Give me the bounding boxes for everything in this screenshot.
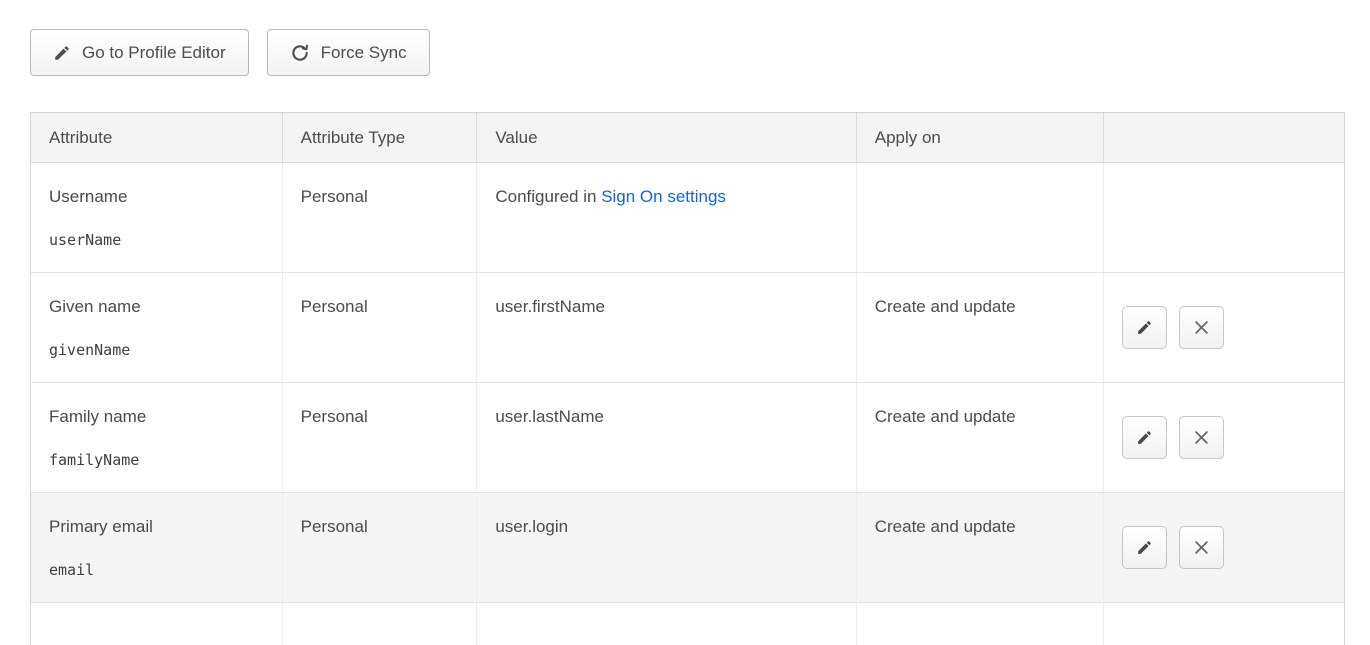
close-icon — [1194, 430, 1209, 445]
close-icon — [1194, 320, 1209, 335]
attribute-mappings-table: Attribute Attribute Type Value Apply on … — [30, 112, 1345, 645]
attribute-type-cell: Personal — [283, 163, 478, 272]
header-attribute: Attribute — [31, 113, 283, 162]
header-attribute-type: Attribute Type — [283, 113, 478, 162]
attribute-type-cell: Personal — [283, 383, 478, 492]
table-row: Username userName Personal Configured in… — [31, 163, 1344, 273]
force-sync-button[interactable]: Force Sync — [267, 29, 430, 76]
remove-attribute-button[interactable] — [1179, 306, 1224, 349]
attribute-variable-name: userName — [49, 231, 266, 249]
apply-on-cell: Create and update — [857, 273, 1105, 382]
attribute-variable-name: familyName — [49, 451, 266, 469]
row-actions — [1104, 273, 1344, 382]
apply-on-cell: Create and update — [857, 493, 1105, 602]
value-cell: Configured in Sign On settings — [477, 163, 856, 272]
edit-attribute-button[interactable] — [1122, 306, 1167, 349]
pencil-icon — [1136, 319, 1153, 336]
row-actions — [1104, 383, 1344, 492]
go-to-profile-editor-label: Go to Profile Editor — [82, 43, 226, 63]
attribute-cell: Given name givenName — [31, 273, 283, 382]
row-actions — [1104, 493, 1344, 602]
apply-on-cell — [857, 163, 1105, 272]
pencil-icon — [1136, 539, 1153, 556]
attribute-type-cell: Personal — [283, 493, 478, 602]
edit-attribute-button[interactable] — [1122, 416, 1167, 459]
attribute-cell: Username userName — [31, 163, 283, 272]
attribute-cell: Family name familyName — [31, 383, 283, 492]
edit-attribute-button[interactable] — [1122, 526, 1167, 569]
refresh-icon — [290, 43, 310, 63]
attribute-variable-name: givenName — [49, 341, 266, 359]
attribute-label: Primary email — [49, 517, 266, 537]
header-value: Value — [477, 113, 856, 162]
table-row: Family name familyName Personal user.las… — [31, 383, 1344, 493]
value-text: user.firstName — [495, 297, 605, 316]
table-row: Primary email email Personal user.login … — [31, 493, 1344, 603]
attribute-label: Given name — [49, 297, 266, 317]
pencil-icon — [53, 44, 71, 62]
value-cell: user.firstName — [477, 273, 856, 382]
value-cell: user.lastName — [477, 383, 856, 492]
table-body: Username userName Personal Configured in… — [31, 163, 1344, 603]
value-text: Configured in — [495, 187, 601, 206]
close-icon — [1194, 540, 1209, 555]
attribute-cell: Primary email email — [31, 493, 283, 602]
force-sync-label: Force Sync — [321, 43, 407, 63]
table-row: Given name givenName Personal user.first… — [31, 273, 1344, 383]
value-cell: user.login — [477, 493, 856, 602]
apply-on-cell: Create and update — [857, 383, 1105, 492]
table-header-row: Attribute Attribute Type Value Apply on — [31, 113, 1344, 163]
header-actions — [1104, 113, 1344, 162]
remove-attribute-button[interactable] — [1179, 526, 1224, 569]
toolbar: Go to Profile Editor Force Sync — [30, 29, 1370, 76]
attribute-variable-name: email — [49, 561, 266, 579]
go-to-profile-editor-button[interactable]: Go to Profile Editor — [30, 29, 249, 76]
attribute-label: Family name — [49, 407, 266, 427]
sign-on-settings-link[interactable]: Sign On settings — [601, 187, 726, 206]
header-apply-on: Apply on — [857, 113, 1105, 162]
value-text: user.login — [495, 517, 568, 536]
pencil-icon — [1136, 429, 1153, 446]
remove-attribute-button[interactable] — [1179, 416, 1224, 459]
table-row-partial — [31, 603, 1344, 645]
attribute-type-cell: Personal — [283, 273, 478, 382]
value-text: user.lastName — [495, 407, 604, 426]
attribute-label: Username — [49, 187, 266, 207]
